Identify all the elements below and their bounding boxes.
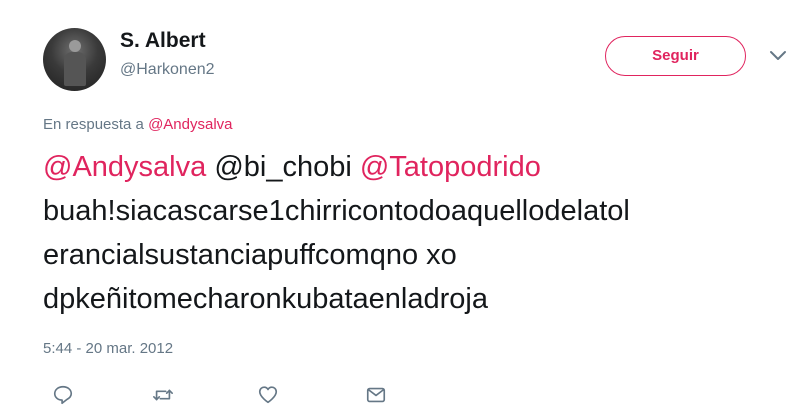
tweet-header: S. Albert @Harkonen2 Seguir bbox=[43, 23, 786, 93]
tweet-line-3: erancialsustanciapuffcomqno xo bbox=[43, 239, 457, 271]
reply-mention-link[interactable]: @Andysalva bbox=[148, 116, 232, 133]
author-handle[interactable]: @Harkonen2 bbox=[120, 61, 215, 79]
tweet-timestamp[interactable]: 5:44 - 20 mar. 2012 bbox=[43, 340, 173, 357]
avatar[interactable] bbox=[43, 28, 106, 91]
follow-button[interactable]: Seguir bbox=[605, 36, 746, 76]
reply-icon bbox=[53, 385, 73, 405]
avatar-figure-head bbox=[69, 40, 81, 52]
mention-link[interactable]: @Tatopodrido bbox=[360, 151, 541, 183]
tweet-line-2: buah!siacascarse1chirricontodoaquellodel… bbox=[43, 195, 630, 227]
tweet-line-4: dpkeñitomecharonkubataenladroja bbox=[43, 283, 488, 315]
reply-prefix: En respuesta a bbox=[43, 116, 144, 133]
mention-link[interactable]: @Andysalva bbox=[43, 151, 206, 183]
tweet-line-1: @Andysalva @bi_chobi @Tatopodrido bbox=[43, 145, 783, 189]
retweet-button[interactable] bbox=[148, 380, 178, 410]
reply-context: En respuesta a @Andysalva bbox=[43, 116, 233, 133]
heart-icon bbox=[258, 386, 278, 404]
tweet-actions bbox=[43, 380, 403, 410]
direct-message-button[interactable] bbox=[361, 380, 391, 410]
mention-text[interactable]: @bi_chobi bbox=[214, 151, 351, 183]
envelope-icon bbox=[366, 387, 386, 403]
reply-button[interactable] bbox=[48, 380, 78, 410]
retweet-icon bbox=[153, 389, 173, 401]
tweet-text: @Andysalva @bi_chobi @Tatopodrido buah!s… bbox=[43, 145, 783, 321]
like-button[interactable] bbox=[253, 380, 283, 410]
avatar-figure-body bbox=[64, 52, 86, 86]
author-name[interactable]: S. Albert bbox=[120, 29, 206, 53]
chevron-down-icon[interactable] bbox=[769, 49, 787, 63]
